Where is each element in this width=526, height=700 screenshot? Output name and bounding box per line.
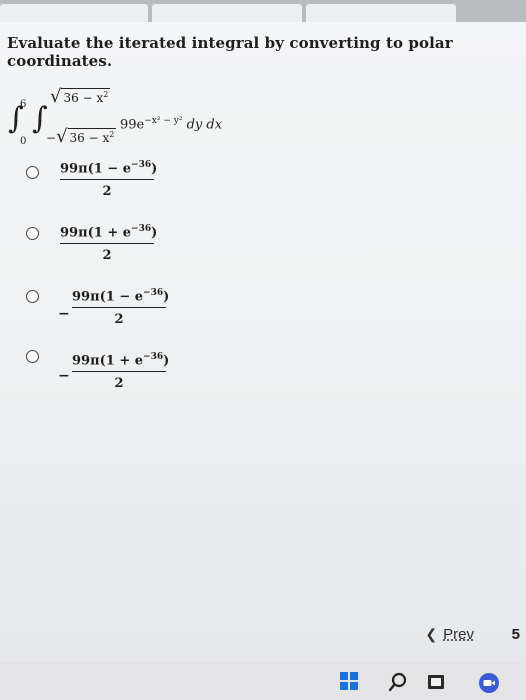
radio-button[interactable] [26, 290, 39, 303]
answer-option-2[interactable]: 99π(1 + e−36) 2 [0, 224, 526, 284]
denominator: 2 [102, 184, 112, 200]
file-explorer-icon[interactable] [426, 672, 444, 690]
fraction: 99π(1 − e−36) 2 [60, 160, 158, 200]
fraction: 99π(1 − e−36) 2 [72, 288, 170, 328]
prev-label: Prev [443, 626, 474, 643]
fraction: 99π(1 + e−36) 2 [60, 224, 158, 264]
differentials: dy dx [186, 117, 223, 133]
radio-button[interactable] [26, 166, 39, 179]
browser-tab[interactable] [0, 4, 148, 22]
search-icon[interactable] [388, 672, 407, 692]
question-text: Evaluate the iterated integral by conver… [7, 34, 453, 70]
fraction: 99π(1 + e−36) 2 [72, 352, 170, 392]
integrand: 99e−x² − y² dy dx [120, 116, 223, 133]
numerator: 99π(1 − e−36) [72, 288, 170, 305]
denominator: 2 [102, 248, 112, 264]
fraction-bar [60, 179, 154, 181]
numerator: 99π(1 + e−36) [60, 224, 158, 241]
integral-expression: ∫ 6 0 ∫ √ 36 − x2 −√ 36 − x2 99e−x² − y² d… [8, 74, 268, 154]
chevron-left-icon: ❮ [425, 626, 438, 642]
denominator: 2 [114, 312, 124, 328]
negative-sign: − [58, 306, 70, 322]
radical-icon: √ [50, 86, 62, 107]
camera-icon[interactable] [478, 672, 499, 693]
browser-top-bar [0, 0, 526, 22]
page-number: 5 [511, 626, 520, 643]
inner-lower-limit: −√ 36 − x2 [46, 126, 117, 147]
answer-option-1[interactable]: 99π(1 − e−36) 2 [0, 160, 526, 220]
radio-button[interactable] [26, 350, 39, 363]
answer-option-4[interactable]: − 99π(1 + e−36) 2 [0, 348, 526, 408]
question-panel: Evaluate the iterated integral by conver… [0, 22, 526, 662]
numerator: 99π(1 − e−36) [60, 160, 158, 177]
prev-button[interactable]: ❮ Prev [425, 626, 474, 643]
radio-button[interactable] [26, 227, 39, 240]
browser-tab[interactable] [152, 4, 302, 22]
radical-icon: √ [56, 126, 68, 147]
fraction-bar [72, 307, 166, 309]
denominator: 2 [114, 376, 124, 392]
windows-start-icon[interactable] [340, 672, 358, 690]
negative-sign: − [58, 368, 70, 384]
outer-upper-limit: 6 [20, 99, 27, 110]
numerator: 99π(1 + e−36) [72, 352, 170, 369]
inner-upper-limit: √ 36 − x2 [50, 86, 111, 107]
fraction-bar [72, 371, 166, 373]
outer-lower-limit: 0 [20, 136, 27, 147]
browser-tab[interactable] [306, 4, 456, 22]
taskbar [0, 662, 526, 700]
fraction-bar [60, 243, 154, 245]
answer-option-3[interactable]: − 99π(1 − e−36) 2 [0, 286, 526, 346]
